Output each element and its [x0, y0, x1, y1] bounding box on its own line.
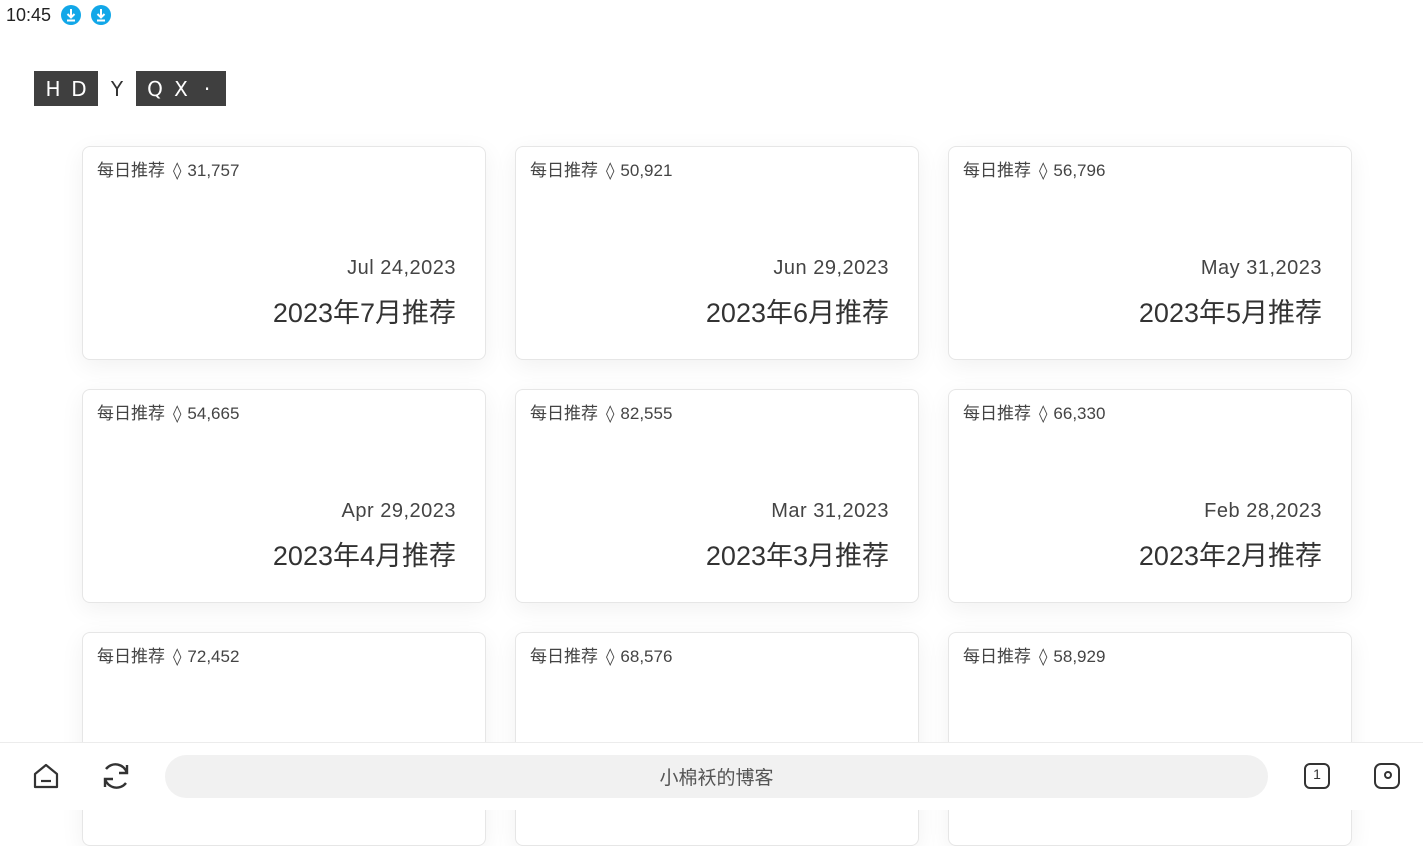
card-title[interactable]: 2023年3月推荐	[706, 534, 889, 573]
card-meta: 每日推荐 ◊ 54,665	[97, 399, 239, 424]
card-category: 每日推荐	[97, 404, 165, 423]
tabs-button[interactable]: 1	[1304, 763, 1330, 789]
card-category: 每日推荐	[963, 647, 1031, 666]
diamond-icon: ◊	[606, 647, 614, 667]
card-meta: 每日推荐 ◊ 72,452	[97, 642, 239, 667]
card-title[interactable]: 2023年2月推荐	[1139, 534, 1322, 573]
diamond-icon: ◊	[606, 161, 614, 181]
card-meta: 每日推荐 ◊ 66,330	[963, 399, 1105, 424]
post-card[interactable]: 每日推荐 ◊ 82,555 Mar 31,2023 2023年3月推荐	[515, 389, 919, 603]
post-card[interactable]: 每日推荐 ◊ 56,796 May 31,2023 2023年5月推荐	[948, 146, 1352, 360]
logo-letter: D	[66, 77, 92, 101]
logo-letter: H	[40, 77, 66, 101]
post-card[interactable]: 每日推荐 ◊ 50,921 Jun 29,2023 2023年6月推荐	[515, 146, 919, 360]
card-date: May 31,2023	[1201, 257, 1322, 280]
logo-dark-right: Q X ·	[136, 71, 226, 106]
card-category: 每日推荐	[530, 647, 598, 666]
view-count: 56,796	[1053, 161, 1105, 180]
card-title[interactable]: 2023年7月推荐	[273, 291, 456, 330]
download-icon	[61, 5, 81, 25]
diamond-icon: ◊	[173, 404, 181, 424]
status-bar: 10:45	[0, 0, 1423, 32]
site-logo[interactable]: H D Y Q X ·	[34, 71, 226, 106]
card-meta: 每日推荐 ◊ 56,796	[963, 156, 1105, 181]
browser-bottom-bar: 小棉袄的博客 1	[0, 742, 1423, 810]
view-count: 50,921	[620, 161, 672, 180]
home-icon[interactable]	[31, 761, 61, 796]
card-title[interactable]: 2023年5月推荐	[1139, 291, 1322, 330]
diamond-icon: ◊	[173, 647, 181, 667]
post-card[interactable]: 每日推荐 ◊ 58,929	[948, 632, 1352, 846]
view-count: 82,555	[620, 404, 672, 423]
diamond-icon: ◊	[606, 404, 614, 424]
address-text: 小棉袄的博客	[659, 763, 773, 790]
address-bar[interactable]: 小棉袄的博客	[165, 755, 1268, 798]
post-card[interactable]: 每日推荐 ◊ 68,576	[515, 632, 919, 846]
card-category: 每日推荐	[97, 161, 165, 180]
logo-dark-left: H D	[34, 71, 98, 106]
view-count: 66,330	[1053, 404, 1105, 423]
card-meta: 每日推荐 ◊ 68,576	[530, 642, 672, 667]
view-count: 58,929	[1053, 647, 1105, 666]
logo-letter: X	[168, 77, 194, 101]
card-meta: 每日推荐 ◊ 31,757	[97, 156, 239, 181]
tabs-count: 1	[1306, 766, 1328, 782]
card-date: Mar 31,2023	[771, 500, 889, 523]
view-count: 54,665	[187, 404, 239, 423]
card-date: Jun 29,2023	[773, 257, 889, 280]
post-card[interactable]: 每日推荐 ◊ 31,757 Jul 24,2023 2023年7月推荐	[82, 146, 486, 360]
card-category: 每日推荐	[530, 404, 598, 423]
card-meta: 每日推荐 ◊ 82,555	[530, 399, 672, 424]
view-count: 31,757	[187, 161, 239, 180]
card-category: 每日推荐	[97, 647, 165, 666]
post-card[interactable]: 每日推荐 ◊ 54,665 Apr 29,2023 2023年4月推荐	[82, 389, 486, 603]
card-title[interactable]: 2023年6月推荐	[706, 291, 889, 330]
diamond-icon: ◊	[173, 161, 181, 181]
download-icon	[91, 5, 111, 25]
post-card[interactable]: 每日推荐 ◊ 66,330 Feb 28,2023 2023年2月推荐	[948, 389, 1352, 603]
logo-letter: Y	[103, 77, 131, 101]
card-category: 每日推荐	[963, 161, 1031, 180]
view-count: 68,576	[620, 647, 672, 666]
logo-plain: Y	[98, 71, 136, 106]
status-time: 10:45	[6, 5, 51, 26]
card-category: 每日推荐	[963, 404, 1031, 423]
logo-letter: Q	[142, 77, 168, 101]
card-meta: 每日推荐 ◊ 58,929	[963, 642, 1105, 667]
card-meta: 每日推荐 ◊ 50,921	[530, 156, 672, 181]
diamond-icon: ◊	[1039, 404, 1047, 424]
diamond-icon: ◊	[1039, 647, 1047, 667]
card-date: Apr 29,2023	[342, 500, 456, 523]
card-category: 每日推荐	[530, 161, 598, 180]
card-title[interactable]: 2023年4月推荐	[273, 534, 456, 573]
diamond-icon: ◊	[1039, 161, 1047, 181]
card-date: Jul 24,2023	[347, 257, 456, 280]
refresh-icon[interactable]	[99, 759, 133, 798]
logo-letter: ·	[194, 77, 220, 101]
view-count: 72,452	[187, 647, 239, 666]
post-card[interactable]: 每日推荐 ◊ 72,452	[82, 632, 486, 846]
menu-icon[interactable]	[1374, 763, 1400, 794]
card-date: Feb 28,2023	[1204, 500, 1322, 523]
